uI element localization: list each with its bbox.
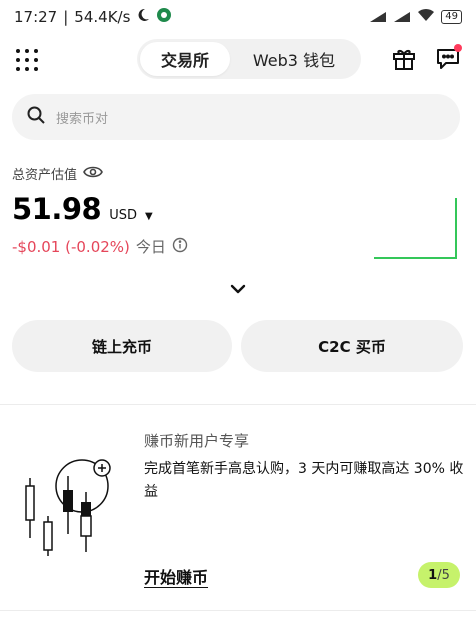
status-right: 49 xyxy=(369,8,462,26)
c2c-buy-button[interactable]: C2C 买币 xyxy=(241,320,463,372)
moon-icon xyxy=(136,8,150,26)
asset-change-value: -$0.01 (-0.02%) xyxy=(12,237,130,256)
search-placeholder: 搜索币对 xyxy=(56,111,109,127)
total-assets-label-text: 总资产估值 xyxy=(12,168,78,183)
caret-down-icon[interactable]: ▼ xyxy=(145,211,153,222)
info-icon[interactable] xyxy=(172,237,188,257)
eye-icon[interactable] xyxy=(83,165,103,183)
messages-icon[interactable] xyxy=(434,44,462,72)
tab-web3-wallet[interactable]: Web3 钱包 xyxy=(230,42,358,76)
page-total: 5 xyxy=(441,567,450,583)
wifi-icon xyxy=(417,8,435,26)
bottom-divider xyxy=(0,610,476,611)
total-assets-value: 51.98 USD ▼ xyxy=(12,192,153,226)
candlestick-illustration xyxy=(25,459,111,556)
promo-title: 赚币新用户专享 xyxy=(144,432,250,450)
start-earning-link[interactable]: 开始赚币 xyxy=(144,564,208,588)
apps-grid-icon[interactable] xyxy=(14,47,38,71)
total-assets-label: 总资产估值 xyxy=(12,164,103,183)
header-actions xyxy=(390,44,462,72)
section-divider xyxy=(0,404,476,405)
status-net-speed: 54.4K/s xyxy=(74,8,131,26)
asset-change-row: -$0.01 (-0.02%) 今日 xyxy=(12,236,188,257)
app-notification-icon xyxy=(156,7,172,27)
promo-description: 完成首笔新手高息认购，3 天内可赚取高达 30% 收益 xyxy=(144,461,464,500)
search-bar[interactable]: 搜索币对 xyxy=(12,94,460,140)
battery-indicator: 49 xyxy=(441,10,462,24)
expand-chevron-icon[interactable] xyxy=(226,280,250,298)
top-header: 交易所 Web3 钱包 xyxy=(0,36,476,82)
asset-change-period: 今日 xyxy=(135,238,166,256)
carousel-page-indicator: 1 / 5 xyxy=(418,562,460,588)
notification-dot xyxy=(454,44,462,52)
gift-icon[interactable] xyxy=(390,44,418,72)
onchain-deposit-button[interactable]: 链上充币 xyxy=(12,320,232,372)
mode-tabs: 交易所 Web3 钱包 xyxy=(137,39,361,79)
signal-icon-2 xyxy=(393,11,411,23)
currency-selector[interactable]: USD xyxy=(109,208,137,223)
tab-exchange[interactable]: 交易所 xyxy=(140,42,230,76)
signal-icon xyxy=(369,11,387,23)
search-icon xyxy=(26,105,46,129)
status-sep: | xyxy=(63,8,69,26)
status-left: 17:27 | 54.4K/s xyxy=(14,7,172,27)
status-time: 17:27 xyxy=(14,8,58,26)
status-bar: 17:27 | 54.4K/s 49 xyxy=(0,0,476,34)
asset-amount: 51.98 xyxy=(12,192,102,226)
page-current: 1 xyxy=(428,567,438,583)
asset-sparkline xyxy=(374,198,457,259)
